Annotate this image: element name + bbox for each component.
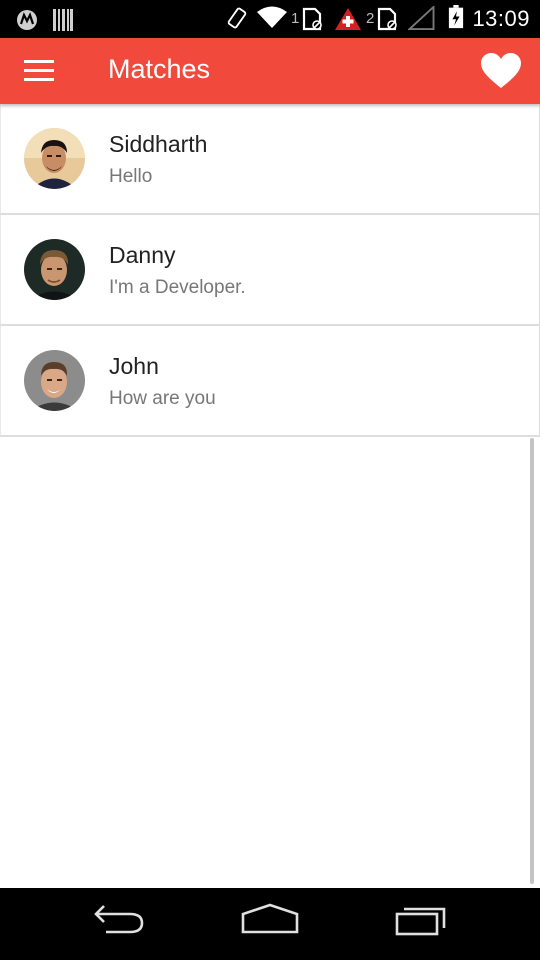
alert-icon (335, 8, 361, 30)
sim2-icon (377, 7, 397, 31)
list-item-john[interactable]: John How are you (0, 326, 540, 437)
avatar-siddharth (24, 128, 85, 189)
match-name: John (109, 353, 159, 379)
menu-button[interactable] (14, 50, 64, 92)
sim2-label: 2 (366, 10, 375, 27)
avatar-john (24, 350, 85, 411)
vibrate-icon (227, 7, 247, 29)
page-title: Matches (108, 54, 211, 84)
avatar-danny (24, 239, 85, 300)
barcode-icon (53, 9, 73, 31)
scrollbar[interactable] (530, 438, 534, 884)
hamburger-menu-icon (24, 60, 54, 81)
heart-icon (481, 53, 521, 88)
recent-apps-button[interactable] (382, 902, 462, 948)
back-icon (94, 905, 144, 934)
matches-list-container: Siddharth Hello Danny I'm a Developer. J… (0, 104, 540, 888)
list-item-siddharth[interactable]: Siddharth Hello (0, 104, 540, 215)
match-name: Siddharth (109, 131, 208, 157)
recent-apps-icon (395, 907, 446, 936)
status-time: 13:09 (472, 6, 530, 31)
status-bar: 1 2 13:09 (0, 0, 540, 38)
back-button[interactable] (80, 902, 160, 948)
match-message: How are you (109, 388, 216, 409)
motorola-icon (17, 10, 37, 30)
sim1-icon (302, 7, 322, 31)
signal-icon (408, 6, 435, 30)
match-name: Danny (109, 242, 176, 268)
match-message: Hello (109, 166, 153, 187)
favorites-button[interactable] (474, 48, 526, 94)
home-icon (241, 903, 299, 934)
sim1-label: 1 (291, 10, 300, 27)
app-bar: Matches (0, 38, 540, 104)
matches-list: Siddharth Hello Danny I'm a Developer. J… (0, 104, 540, 437)
wifi-icon (257, 6, 287, 28)
match-message: I'm a Developer. (109, 277, 246, 298)
home-button[interactable] (230, 902, 310, 948)
battery-icon (448, 5, 464, 29)
navigation-bar (0, 888, 540, 960)
list-item-danny[interactable]: Danny I'm a Developer. (0, 215, 540, 326)
